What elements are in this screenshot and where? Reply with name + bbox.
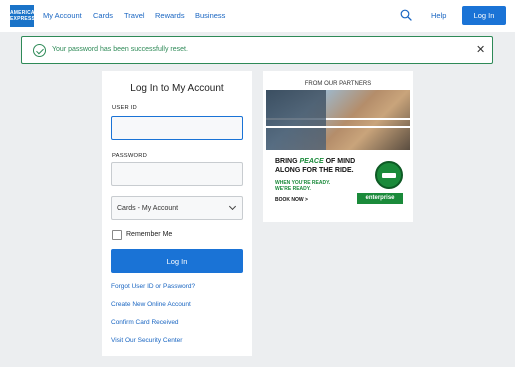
book-now-link[interactable]: BOOK NOW > xyxy=(275,197,308,203)
login-card: Log In to My Account USER ID PASSWORD Ca… xyxy=(102,71,252,356)
remember-me-label[interactable]: Remember Me xyxy=(126,231,172,238)
account-type-select[interactable]: Cards - My Account xyxy=(111,196,243,220)
ad-header: FROM OUR PARTNERS xyxy=(304,81,372,87)
login-button[interactable]: Log In xyxy=(111,249,243,273)
account-type-value: Cards - My Account xyxy=(117,205,179,212)
checkmark-circle-icon xyxy=(33,44,46,57)
password-label: PASSWORD xyxy=(112,153,147,159)
search-icon[interactable] xyxy=(400,9,412,21)
remember-me-checkbox[interactable] xyxy=(112,230,122,240)
nav-rewards[interactable]: Rewards xyxy=(155,11,185,20)
chevron-down-icon xyxy=(228,202,237,211)
confirm-card-link[interactable]: Confirm Card Received xyxy=(111,319,179,326)
alert-message: Your password has been successfully rese… xyxy=(52,46,188,53)
ad-photo xyxy=(266,90,410,150)
nav-my-account[interactable]: My Account xyxy=(43,11,82,20)
login-title: Log In to My Account xyxy=(130,83,224,94)
security-center-link[interactable]: Visit Our Security Center xyxy=(111,337,182,344)
help-link[interactable]: Help xyxy=(431,11,446,20)
award-badge-icon xyxy=(375,161,403,189)
password-input[interactable] xyxy=(111,162,243,186)
ad-headline: BRING PEACE OF MIND ALONG FOR THE RIDE. xyxy=(275,158,356,174)
close-icon[interactable]: ✕ xyxy=(476,43,485,57)
nav-business[interactable]: Business xyxy=(195,11,225,20)
nav-travel[interactable]: Travel xyxy=(124,11,145,20)
amex-logo[interactable]: AMERICAN EXPRESS xyxy=(10,5,38,27)
user-id-input[interactable] xyxy=(111,116,243,140)
top-header: AMERICAN EXPRESS My Account Cards Travel… xyxy=(0,0,515,32)
user-id-label: USER ID xyxy=(112,105,137,111)
create-account-link[interactable]: Create New Online Account xyxy=(111,301,191,308)
header-login-button[interactable]: Log In xyxy=(462,6,506,25)
ad-subline: WHEN YOU'RE READY. WE'RE READY. xyxy=(275,180,331,192)
partner-ad[interactable]: FROM OUR PARTNERS BRING PEACE OF MIND AL… xyxy=(263,71,413,222)
enterprise-logo: enterprise xyxy=(357,193,403,204)
nav-cards[interactable]: Cards xyxy=(93,11,113,20)
success-alert: Your password has been successfully rese… xyxy=(21,36,493,64)
forgot-credentials-link[interactable]: Forgot User ID or Password? xyxy=(111,283,195,290)
